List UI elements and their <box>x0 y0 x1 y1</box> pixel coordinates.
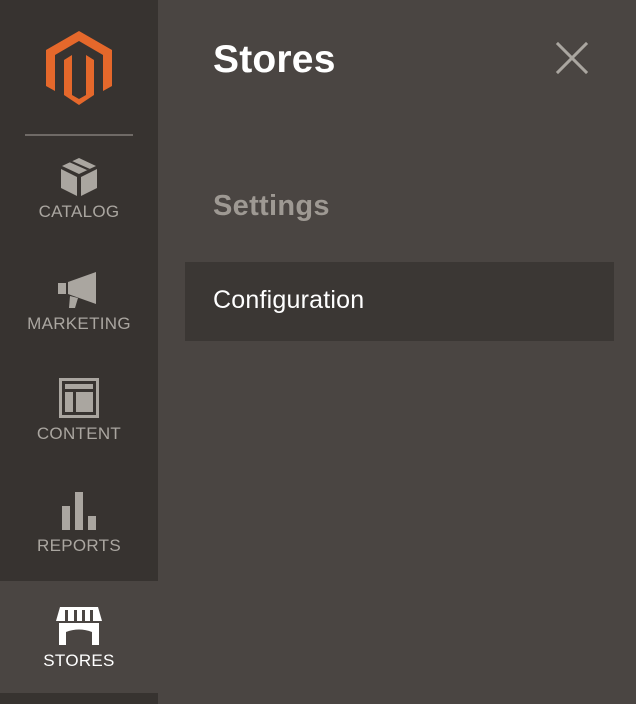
sidebar-item-catalog[interactable]: CATALOG <box>0 156 158 268</box>
sidebar-divider <box>25 134 133 136</box>
layout-icon <box>59 378 99 418</box>
admin-sidebar: CATALOG MARKETING CONTENT REPORTS STORES <box>0 0 158 704</box>
sidebar-footer <box>0 693 158 704</box>
sidebar-item-label: CONTENT <box>36 424 122 443</box>
close-icon[interactable] <box>551 37 593 79</box>
magento-logo-icon[interactable] <box>46 31 112 105</box>
sidebar-item-content[interactable]: CONTENT <box>0 378 158 490</box>
menu-item-label: Configuration <box>213 286 365 314</box>
sidebar-item-label: REPORTS <box>37 536 121 555</box>
sidebar-item-label: STORES <box>43 651 115 670</box>
bar-chart-icon <box>62 492 96 530</box>
box-icon <box>61 158 97 196</box>
storefront-icon <box>56 607 102 645</box>
panel-title: Stores <box>213 38 336 81</box>
sidebar-item-reports[interactable]: REPORTS <box>0 490 158 582</box>
sidebar-item-marketing[interactable]: MARKETING <box>0 268 158 380</box>
sidebar-item-stores[interactable]: STORES <box>0 581 158 693</box>
sidebar-item-label: MARKETING <box>27 314 131 333</box>
sidebar-item-label: CATALOG <box>38 202 120 221</box>
megaphone-icon <box>58 272 96 308</box>
admin-app: CATALOG MARKETING CONTENT REPORTS STORES… <box>0 0 636 704</box>
section-heading-settings: Settings <box>213 190 330 222</box>
menu-item-configuration[interactable]: Configuration <box>185 262 614 341</box>
